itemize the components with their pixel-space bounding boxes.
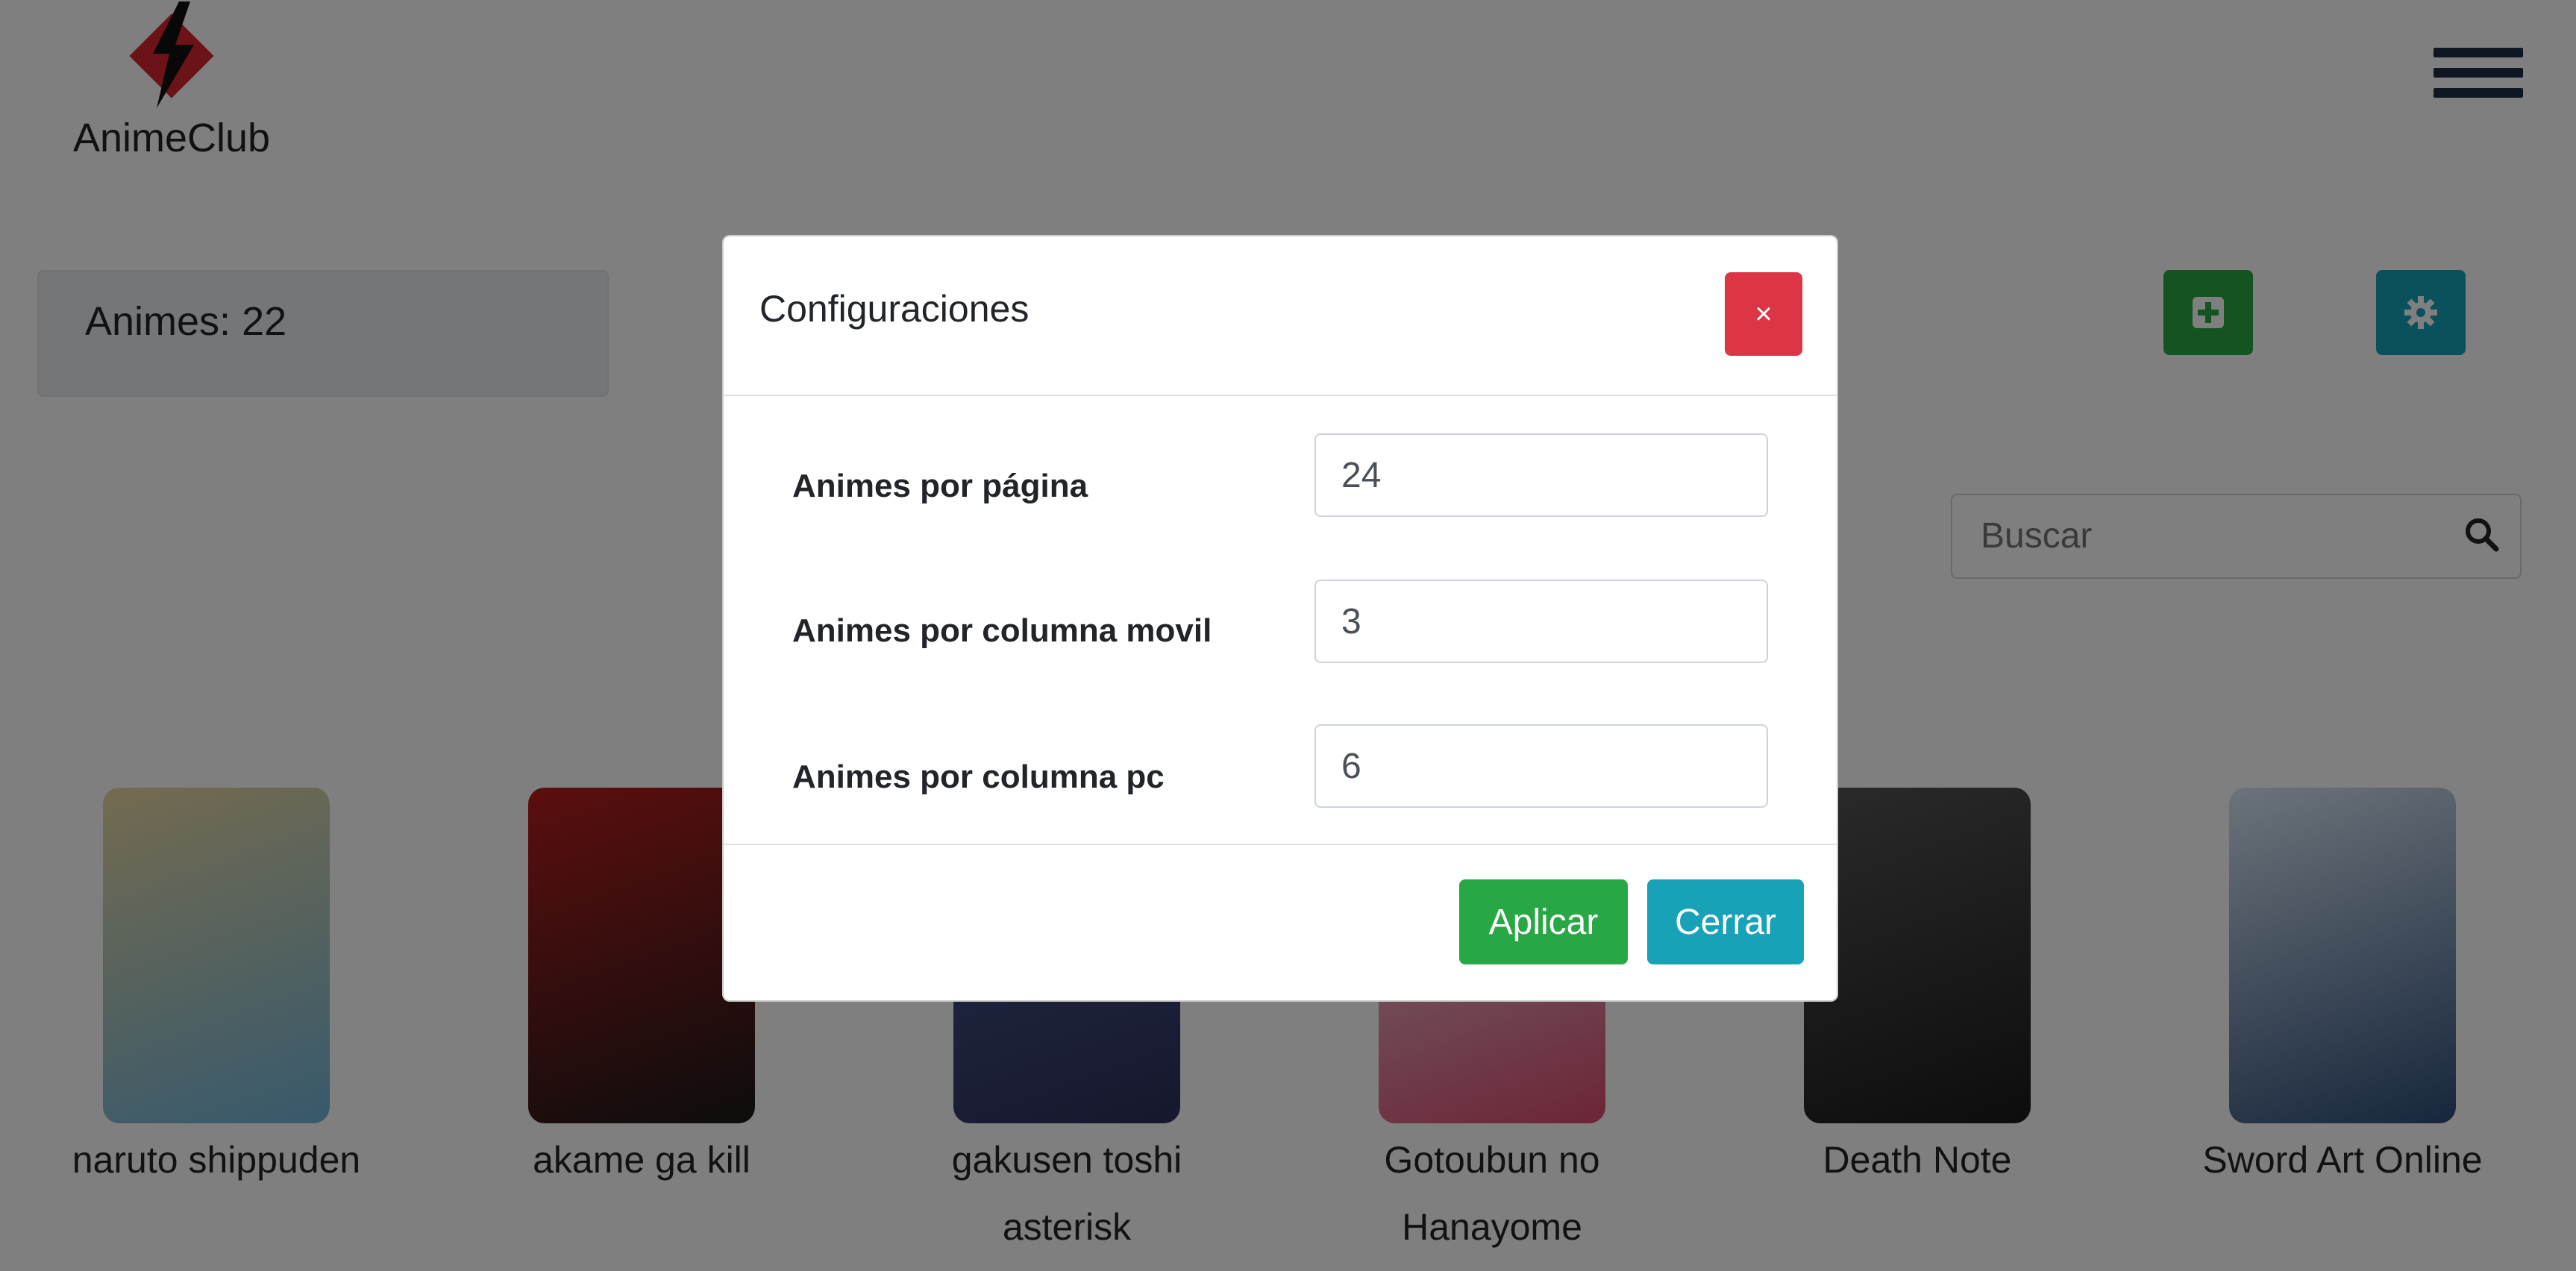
close-footer-button[interactable]: Cerrar xyxy=(1647,879,1804,964)
per-page-input[interactable] xyxy=(1314,433,1768,517)
settings-modal: Configuraciones × Animes por página Anim… xyxy=(722,235,1838,1002)
close-button[interactable]: × xyxy=(1725,272,1802,356)
pc-columns-label: Animes por columna pc xyxy=(792,759,1165,795)
modal-body: Animes por página Animes por columna mov… xyxy=(724,396,1837,845)
close-icon: × xyxy=(1755,297,1773,330)
modal-title: Configuraciones xyxy=(759,288,1030,330)
modal-header: Configuraciones × xyxy=(724,236,1837,396)
mobile-columns-input[interactable] xyxy=(1314,580,1768,663)
per-page-label: Animes por página xyxy=(792,468,1088,504)
mobile-columns-label: Animes por columna movil xyxy=(792,612,1212,649)
pc-columns-input[interactable] xyxy=(1314,724,1768,808)
apply-button[interactable]: Aplicar xyxy=(1459,879,1628,964)
